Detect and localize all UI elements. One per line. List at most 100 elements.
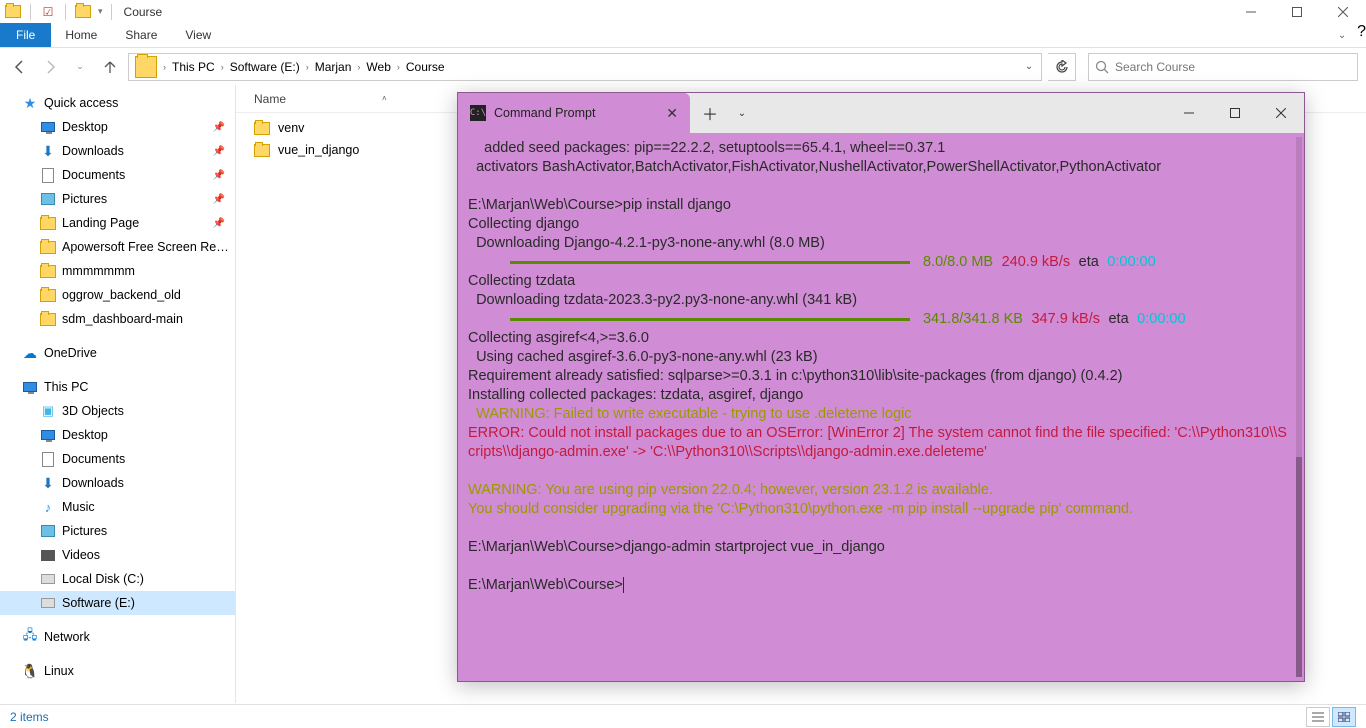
search-placeholder: Search Course [1115, 60, 1195, 74]
sidebar-item-network[interactable]: 🖧Network [0, 625, 235, 649]
sidebar-item-this-pc[interactable]: This PC [0, 375, 235, 399]
sidebar-item-pictures2[interactable]: Pictures [0, 519, 235, 543]
minimize-button[interactable] [1228, 0, 1274, 23]
document-icon [40, 167, 56, 183]
sidebar-item-oggrow[interactable]: oggrow_backend_old [0, 283, 235, 307]
address-bar[interactable]: › This PC › Software (E:) › Marjan › Web… [128, 53, 1042, 81]
up-button[interactable] [98, 55, 122, 79]
view-icons-button[interactable] [1332, 707, 1356, 727]
pictures-icon [40, 191, 56, 207]
sidebar-item-apower[interactable]: Apowersoft Free Screen Recorder [0, 235, 235, 259]
sidebar-item-onedrive[interactable]: ☁OneDrive [0, 341, 235, 365]
qat-dropdown-icon[interactable]: ▾ [98, 6, 103, 17]
tab-close-icon[interactable]: ✕ [666, 105, 678, 122]
sidebar-item-documents[interactable]: Documents📌 [0, 163, 235, 187]
column-name-label[interactable]: Name [254, 92, 286, 106]
disk-icon [40, 595, 56, 611]
ribbon-tab-home[interactable]: Home [51, 23, 111, 47]
terminal-prompt: E:\Marjan\Web\Course> [468, 577, 623, 593]
new-tab-button[interactable]: ＋ [690, 93, 730, 133]
folder-icon [135, 56, 157, 78]
back-button[interactable] [8, 55, 32, 79]
quick-access-toolbar: ☑ ▾ [0, 3, 120, 21]
star-icon: ★ [22, 95, 38, 111]
sidebar-item-downloads2[interactable]: ⬇Downloads [0, 471, 235, 495]
ribbon-collapse-icon[interactable]: ⌄ [1327, 23, 1357, 47]
refresh-button[interactable] [1048, 53, 1076, 81]
pin-icon: 📌 [213, 122, 225, 133]
download-icon: ⬇ [40, 143, 56, 159]
properties-icon[interactable]: ☑ [39, 3, 57, 21]
progress-bar [510, 318, 910, 321]
breadcrumb-web[interactable]: Web [362, 60, 394, 74]
address-dropdown-icon[interactable]: ⌄ [1019, 61, 1039, 72]
ribbon-tab-file[interactable]: File [0, 23, 51, 47]
pin-icon: 📌 [213, 218, 225, 229]
terminal-window[interactable]: C:\ Command Prompt ✕ ＋ ⌄ added seed pack… [457, 92, 1305, 682]
ribbon-tab-view[interactable]: View [171, 23, 225, 47]
document-icon [40, 451, 56, 467]
sidebar-item-linux[interactable]: 🐧Linux [0, 659, 235, 683]
help-icon[interactable]: ? [1357, 23, 1366, 47]
close-button[interactable] [1320, 0, 1366, 23]
sidebar-item-downloads[interactable]: ⬇Downloads📌 [0, 139, 235, 163]
maximize-button[interactable] [1274, 0, 1320, 23]
breadcrumb-drive[interactable]: Software (E:) [226, 60, 304, 74]
terminal-maximize-button[interactable] [1212, 93, 1258, 133]
navigation-pane[interactable]: ★Quick access Desktop📌 ⬇Downloads📌 Docum… [0, 85, 236, 703]
window-title: Course [120, 5, 163, 19]
cursor [623, 577, 624, 593]
sidebar-item-videos[interactable]: Videos [0, 543, 235, 567]
search-input[interactable]: Search Course [1088, 53, 1358, 81]
terminal-close-button[interactable] [1258, 93, 1304, 133]
desktop-icon [40, 119, 56, 135]
view-details-button[interactable] [1306, 707, 1330, 727]
3d-icon: ▣ [40, 403, 56, 419]
sort-indicator-icon: ˄ [382, 94, 387, 103]
chevron-right-icon[interactable]: › [219, 62, 226, 72]
chevron-right-icon[interactable]: › [355, 62, 362, 72]
forward-button[interactable] [38, 55, 62, 79]
breadcrumb-course[interactable]: Course [402, 60, 449, 74]
terminal-output[interactable]: added seed packages: pip==22.2.2, setupt… [458, 133, 1304, 681]
sidebar-item-quick-access[interactable]: ★Quick access [0, 91, 235, 115]
tab-dropdown-icon[interactable]: ⌄ [730, 93, 754, 133]
chevron-right-icon[interactable]: › [161, 62, 168, 72]
pc-icon [22, 379, 38, 395]
navigation-row: ⌄ › This PC › Software (E:) › Marjan › W… [0, 48, 1366, 85]
sidebar-item-3d[interactable]: ▣3D Objects [0, 399, 235, 423]
sidebar-item-software[interactable]: Software (E:) [0, 591, 235, 615]
sidebar-item-desktop2[interactable]: Desktop [0, 423, 235, 447]
terminal-tab[interactable]: C:\ Command Prompt ✕ [458, 93, 690, 133]
explorer-titlebar: ☑ ▾ Course [0, 0, 1366, 23]
sidebar-item-mmm[interactable]: mmmmmmm [0, 259, 235, 283]
recent-dropdown-icon[interactable]: ⌄ [68, 55, 92, 79]
breadcrumb-this-pc[interactable]: This PC [168, 60, 219, 74]
progress-bar [510, 261, 910, 264]
chevron-right-icon[interactable]: › [395, 62, 402, 72]
terminal-scrollbar[interactable] [1296, 137, 1302, 677]
item-count: 2 items [10, 710, 49, 724]
folder-icon [40, 311, 56, 327]
sidebar-item-localdisk[interactable]: Local Disk (C:) [0, 567, 235, 591]
sidebar-item-pictures[interactable]: Pictures📌 [0, 187, 235, 211]
chevron-right-icon[interactable]: › [304, 62, 311, 72]
terminal-titlebar[interactable]: C:\ Command Prompt ✕ ＋ ⌄ [458, 93, 1304, 133]
sidebar-item-music[interactable]: ♪Music [0, 495, 235, 519]
status-bar: 2 items [0, 704, 1366, 728]
network-icon: 🖧 [22, 629, 38, 645]
music-icon: ♪ [40, 499, 56, 515]
video-icon [40, 547, 56, 563]
sidebar-item-landing[interactable]: Landing Page📌 [0, 211, 235, 235]
ribbon: File Home Share View ⌄ ? [0, 23, 1366, 48]
scrollbar-thumb[interactable] [1296, 457, 1302, 677]
terminal-minimize-button[interactable] [1166, 93, 1212, 133]
sidebar-item-sdm[interactable]: sdm_dashboard-main [0, 307, 235, 331]
ribbon-tab-share[interactable]: Share [111, 23, 171, 47]
breadcrumb-marjan[interactable]: Marjan [311, 60, 356, 74]
open-folder-icon[interactable] [74, 3, 92, 21]
desktop-icon [40, 427, 56, 443]
pin-icon: 📌 [213, 146, 225, 157]
sidebar-item-desktop[interactable]: Desktop📌 [0, 115, 235, 139]
sidebar-item-documents2[interactable]: Documents [0, 447, 235, 471]
